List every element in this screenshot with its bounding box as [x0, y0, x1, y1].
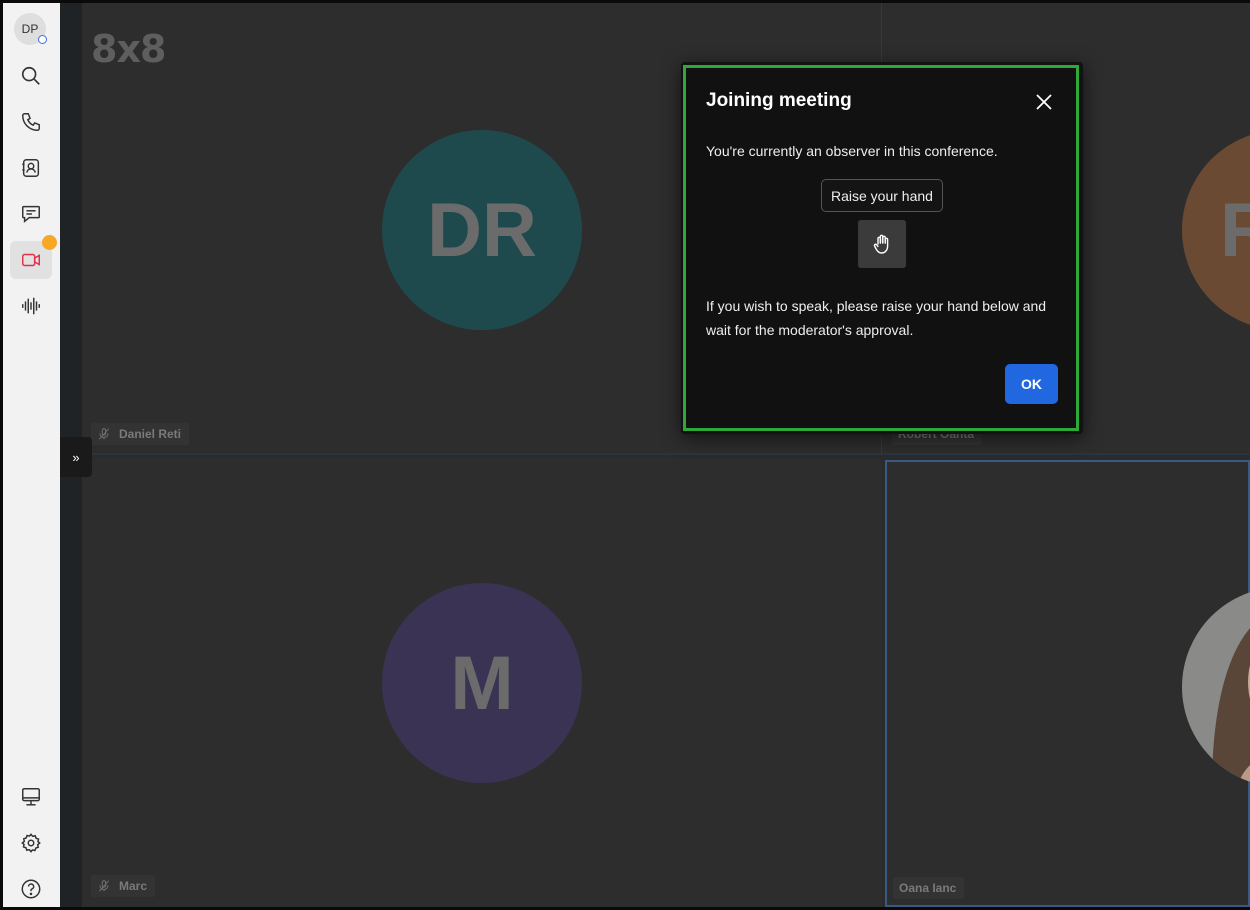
participant-photo: [1182, 587, 1250, 787]
chat-icon: [22, 205, 40, 223]
dialog-title: Joining meeting: [706, 90, 852, 111]
participant-avatar: M: [382, 583, 582, 783]
participant-tile[interactable]: M Marc: [82, 458, 882, 907]
participant-name: Marc: [119, 879, 148, 893]
expand-filmstrip-button[interactable]: »: [60, 437, 92, 477]
participant-name-tag: Daniel Reti: [91, 423, 190, 445]
search-icon: [21, 66, 40, 85]
participant-name: Oana Ianc: [899, 881, 957, 895]
mic-muted-icon: [98, 428, 110, 440]
raise-hand-button[interactable]: [858, 220, 906, 268]
sidebar-item-phone[interactable]: [10, 103, 52, 141]
user-avatar[interactable]: DP: [14, 13, 47, 45]
contacts-icon: [22, 159, 40, 177]
gear-icon: [21, 833, 41, 853]
sidebar-item-chat[interactable]: [10, 195, 52, 233]
participant-name: Daniel Reti: [119, 427, 182, 441]
video-icon: [22, 253, 40, 267]
sidebar-item-search[interactable]: [10, 57, 52, 95]
ok-button[interactable]: OK: [1005, 364, 1058, 404]
sidebar-item-help[interactable]: [10, 870, 52, 908]
avatar-initials: M: [450, 640, 514, 726]
speak-instructions: If you wish to speak, please raise your …: [706, 298, 1047, 338]
participant-name-tag: Marc: [91, 875, 156, 897]
sidebar-item-settings[interactable]: [10, 824, 52, 862]
participant-tile-active-speaker[interactable]: Oana Ianc: [885, 460, 1250, 907]
voice-waveform-icon: [22, 297, 40, 315]
close-icon[interactable]: [1034, 92, 1054, 112]
double-chevron-right-icon: »: [72, 449, 80, 465]
participant-avatar: R: [1182, 130, 1250, 330]
phone-icon: [22, 113, 40, 131]
joining-meeting-dialog: Joining meeting You're currently an obse…: [683, 65, 1079, 431]
avatar-initials: DP: [21, 22, 39, 36]
mic-muted-icon: [98, 880, 110, 892]
presence-status-icon: [38, 35, 47, 44]
sidebar-item-voice[interactable]: [10, 287, 52, 325]
raise-hand-tooltip: Raise your hand: [821, 179, 943, 212]
participant-name-tag: Oana Ianc: [893, 877, 965, 899]
avatar-initials: DR: [427, 187, 537, 273]
sidebar-item-screen[interactable]: [10, 778, 52, 816]
observer-message: You're currently an observer in this con…: [706, 143, 998, 159]
monitor-icon: [22, 788, 40, 806]
brand-logo: 8x8: [91, 27, 166, 71]
sidebar-item-contacts[interactable]: [10, 149, 52, 187]
hand-icon: [873, 234, 889, 254]
sidebar-item-video[interactable]: [10, 235, 57, 279]
avatar-initials: R: [1220, 187, 1250, 273]
sidebar: DP: [3, 3, 60, 907]
notification-badge: [42, 235, 57, 250]
help-icon: [21, 879, 41, 899]
participant-avatar: DR: [382, 130, 582, 330]
